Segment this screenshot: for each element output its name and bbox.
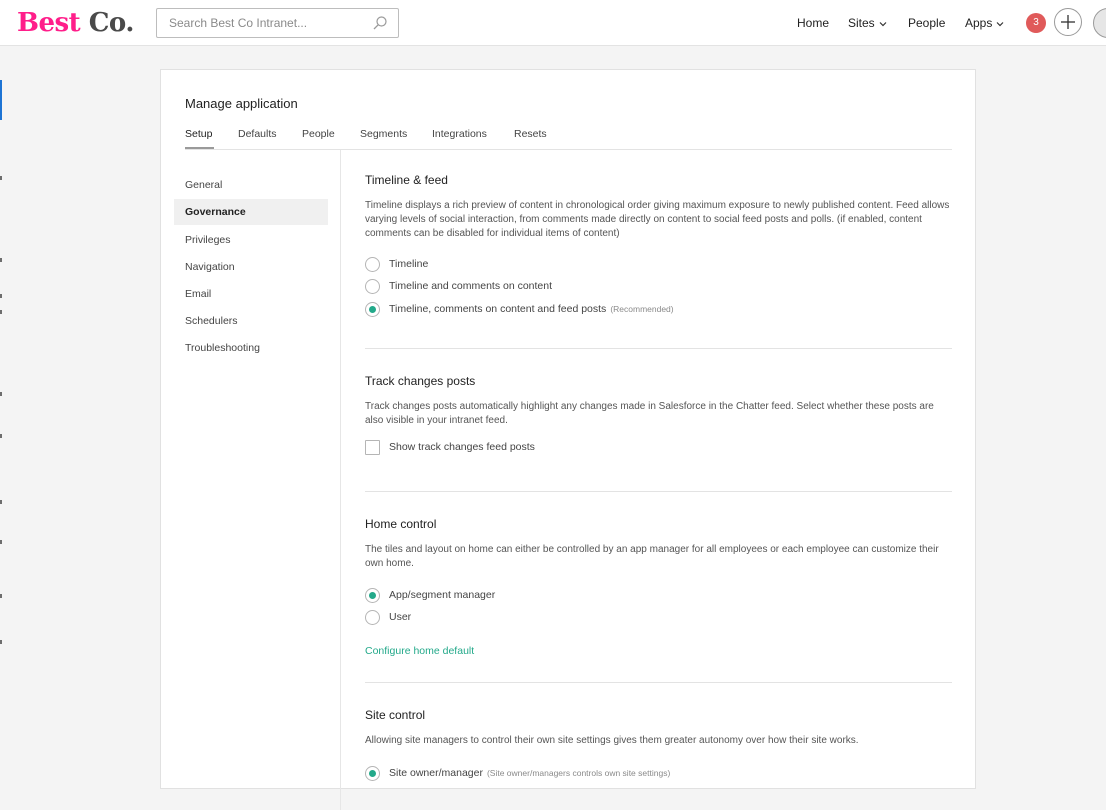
section-title-site-control: Site control xyxy=(365,708,426,722)
nav-people[interactable]: People xyxy=(908,0,945,46)
tab-integrations[interactable]: Integrations xyxy=(432,128,487,140)
radio-label-text: Site owner/manager xyxy=(389,767,483,779)
nav-sites-label: Sites xyxy=(848,16,875,30)
radio-label: Timeline xyxy=(389,258,429,270)
radio-button-selected[interactable] xyxy=(365,302,380,317)
edge-mark xyxy=(0,392,2,396)
sidebar-item-troubleshooting[interactable]: Troubleshooting xyxy=(174,335,328,361)
radio-label: App/segment manager xyxy=(389,589,496,601)
logo-text-best: Best xyxy=(17,8,81,38)
recommended-note: (Recommended) xyxy=(610,304,674,314)
notification-badge[interactable]: 3 xyxy=(1026,13,1046,33)
section-description-track-changes: Track changes posts automatically highli… xyxy=(365,401,934,426)
nav-apps[interactable]: Apps xyxy=(965,0,1004,46)
edge-mark xyxy=(0,640,2,644)
configure-home-default-link[interactable]: Configure home default xyxy=(365,645,474,657)
section-description-home-control: The tiles and layout on home can either … xyxy=(365,544,939,569)
avatar[interactable] xyxy=(1093,8,1106,38)
edge-mark xyxy=(0,176,2,180)
radio-label: Timeline and comments on content xyxy=(389,280,553,292)
nav-sites[interactable]: Sites xyxy=(848,0,887,46)
section-title-timeline: Timeline & feed xyxy=(365,173,448,187)
radio-button-selected[interactable] xyxy=(365,588,380,603)
section-divider xyxy=(365,682,952,683)
section-description-timeline: Timeline displays a rich preview of cont… xyxy=(365,200,950,239)
sidebar-item-email[interactable]: Email xyxy=(174,281,328,307)
left-edge-strip xyxy=(0,46,2,776)
page-title: Manage application xyxy=(185,96,298,111)
sidebar-item-general[interactable]: General xyxy=(174,172,328,198)
active-tab-indicator xyxy=(185,147,214,149)
radio-button[interactable] xyxy=(365,279,380,294)
edge-mark xyxy=(0,540,2,544)
chevron-down-icon xyxy=(879,22,887,27)
logo-text-co: Co. xyxy=(88,8,135,38)
plus-icon xyxy=(1061,15,1075,29)
sidebar-item-governance[interactable]: Governance xyxy=(174,199,328,225)
tab-resets[interactable]: Resets xyxy=(514,128,547,140)
checkbox-label: Show track changes feed posts xyxy=(389,441,535,453)
section-title-home-control: Home control xyxy=(365,517,437,531)
edge-mark xyxy=(0,434,2,438)
edge-mark xyxy=(0,80,2,120)
tab-people[interactable]: People xyxy=(302,128,335,140)
tab-bar: Setup Defaults People Segments Integrati… xyxy=(185,124,952,150)
radio-label: Timeline, comments on content and feed p… xyxy=(389,303,674,315)
tab-setup[interactable]: Setup xyxy=(185,128,212,140)
brand-logo[interactable]: Best Co. xyxy=(17,6,134,40)
radio-button-selected[interactable] xyxy=(365,766,380,781)
section-divider xyxy=(365,348,952,349)
edge-mark xyxy=(0,500,2,504)
option-note: (Site owner/managers controls own site s… xyxy=(486,768,671,778)
edge-mark xyxy=(0,310,2,314)
search-box xyxy=(156,8,399,38)
radio-button[interactable] xyxy=(365,257,380,272)
edge-mark xyxy=(0,294,2,298)
sidebar-item-navigation[interactable]: Navigation xyxy=(174,254,328,280)
tab-defaults[interactable]: Defaults xyxy=(238,128,277,140)
top-header: Best Co. Home Sites People Apps 3 xyxy=(0,0,1106,46)
search-icon[interactable] xyxy=(372,15,388,31)
manage-application-panel: Manage application Setup Defaults People… xyxy=(160,69,976,810)
edge-mark xyxy=(0,594,2,598)
column-divider xyxy=(340,150,341,810)
nav-home[interactable]: Home xyxy=(797,0,829,46)
section-description-site-control: Allowing site managers to control their … xyxy=(365,735,859,746)
checkbox[interactable] xyxy=(365,440,380,455)
radio-button[interactable] xyxy=(365,610,380,625)
nav-apps-label: Apps xyxy=(965,16,993,30)
sidebar-item-schedulers[interactable]: Schedulers xyxy=(174,308,328,334)
radio-label: User xyxy=(389,611,412,623)
create-button[interactable] xyxy=(1054,8,1082,36)
sidebar-item-privileges[interactable]: Privileges xyxy=(174,227,328,253)
chevron-down-icon xyxy=(996,22,1004,27)
edge-mark xyxy=(0,258,2,262)
search-input[interactable] xyxy=(157,9,374,37)
radio-label: Site owner/manager (Site owner/managers c… xyxy=(389,767,670,779)
section-title-track-changes: Track changes posts xyxy=(365,374,476,388)
section-divider xyxy=(365,491,952,492)
radio-label-text: Timeline, comments on content and feed p… xyxy=(389,303,607,315)
tab-segments[interactable]: Segments xyxy=(360,128,407,140)
